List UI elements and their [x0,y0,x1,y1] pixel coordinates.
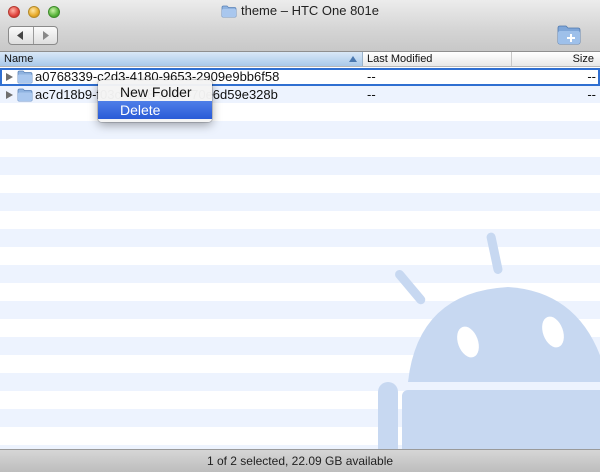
column-header-name[interactable]: Name [0,52,363,66]
forward-button[interactable] [32,27,58,44]
menu-item-new-folder[interactable]: New Folder [98,83,212,101]
folder-icon [221,5,237,21]
window-title-text: theme – HTC One 801e [240,3,380,18]
column-header-modified-label: Last Modified [367,53,433,65]
list-item[interactable]: a0768339-c2d3-4180-9653-2909e9bb6f58 -- … [0,68,600,86]
chevron-left-icon [16,29,25,43]
column-header: Name Last Modified Size [0,52,600,67]
menu-item-delete[interactable]: Delete [98,101,212,119]
window-title: theme – HTC One 801e [0,3,600,21]
file-size: -- [587,87,596,102]
disclosure-triangle-icon[interactable] [6,91,13,99]
sort-ascending-icon [349,56,357,62]
file-modified: -- [367,87,376,102]
folder-icon [17,88,33,107]
new-folder-icon [556,25,582,48]
disclosure-triangle-icon[interactable] [6,73,13,81]
chevron-right-icon [41,29,50,43]
status-bar: 1 of 2 selected, 22.09 GB available [0,449,600,472]
list-item[interactable]: ac7d18b9-f03c-4d28-a9c7-70e6d59e328b -- … [0,86,600,104]
status-text: 1 of 2 selected, 22.09 GB available [206,454,394,468]
back-forward-control [8,26,58,45]
file-size: -- [587,69,596,84]
file-modified: -- [367,69,376,84]
finder-window: theme – HTC One 801e Name Last Modified … [0,0,600,472]
column-header-size[interactable]: Size [512,52,600,66]
back-button[interactable] [9,27,33,44]
android-logo-icon [378,232,600,449]
column-header-name-label: Name [4,53,34,65]
column-header-size-label: Size [572,53,594,65]
file-list[interactable]: a0768339-c2d3-4180-9653-2909e9bb6f58 -- … [0,67,600,449]
title-bar: theme – HTC One 801e [0,0,600,52]
column-header-modified[interactable]: Last Modified [363,52,512,66]
new-folder-button[interactable] [556,23,582,45]
context-menu: New Folder Delete [98,80,212,122]
